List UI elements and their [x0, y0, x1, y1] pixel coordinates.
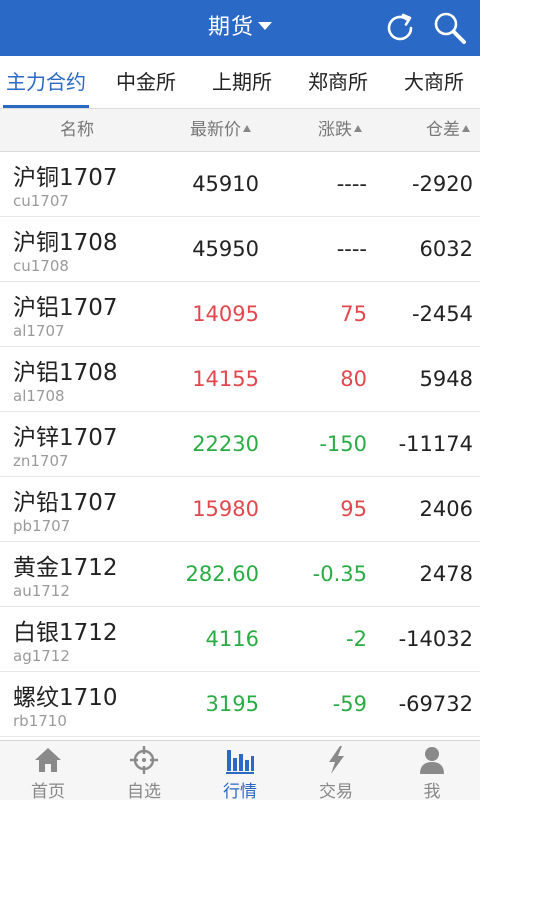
open-interest-diff: -69732 — [398, 692, 473, 716]
open-interest-diff: 2406 — [419, 497, 473, 521]
open-interest-diff: -11174 — [398, 432, 473, 456]
top-bar: 期货 — [0, 0, 480, 56]
contract-code: cu1707 — [13, 192, 69, 210]
lightning-icon — [329, 746, 344, 774]
bottom-navigation: 首页 自选 行情 交易 我 — [0, 740, 480, 800]
contract-code: al1708 — [13, 387, 65, 405]
sort-icon — [354, 124, 362, 132]
nav-me[interactable]: 我 — [384, 741, 480, 800]
bar-chart-icon — [226, 750, 254, 774]
latest-price: 22230 — [192, 432, 259, 456]
quote-list: 沪铜1707 cu1707 45910 ---- -2920 沪铜1708 cu… — [0, 152, 480, 739]
app-root: 期货 主力合约 中金所 上期所 郑商所 大商所 名称 最新价 涨跌 仓差 沪铜1… — [0, 0, 480, 800]
col-diff[interactable]: 仓差 — [426, 109, 470, 151]
search-icon — [434, 12, 466, 44]
contract-code: cu1708 — [13, 257, 69, 275]
contract-name: 白银1712 — [13, 620, 118, 646]
col-price[interactable]: 最新价 — [190, 109, 251, 151]
contract-code: zn1707 — [13, 452, 69, 470]
exchange-tabs: 主力合约 中金所 上期所 郑商所 大商所 — [0, 56, 480, 109]
search-button[interactable] — [430, 8, 470, 48]
nav-home[interactable]: 首页 — [0, 741, 96, 800]
contract-code: au1712 — [13, 582, 70, 600]
sort-icon — [462, 124, 470, 132]
column-header: 名称 最新价 涨跌 仓差 — [0, 109, 480, 152]
latest-price: 14095 — [192, 302, 259, 326]
tab-main-contracts[interactable]: 主力合约 — [3, 56, 89, 108]
price-change: -0.35 — [312, 562, 367, 586]
latest-price: 282.60 — [185, 562, 259, 586]
nav-watchlist[interactable]: 自选 — [96, 741, 192, 800]
contract-name: 沪铝1708 — [13, 360, 118, 386]
col-price-label: 最新价 — [190, 120, 241, 140]
contract-code: ag1712 — [13, 647, 70, 665]
latest-price: 45950 — [192, 237, 259, 261]
tab-czce[interactable]: 郑商所 — [303, 56, 373, 108]
table-row[interactable]: 沪铜1707 cu1707 45910 ---- -2920 — [0, 152, 480, 217]
table-row[interactable]: 白银1712 ag1712 4116 -2 -14032 — [0, 607, 480, 672]
contract-name: 沪铝1707 — [13, 295, 118, 321]
latest-price: 14155 — [192, 367, 259, 391]
latest-price: 4116 — [205, 627, 259, 651]
table-row[interactable]: 沪铝1707 al1707 14095 75 -2454 — [0, 282, 480, 347]
refresh-icon — [387, 13, 413, 41]
latest-price: 45910 — [192, 172, 259, 196]
nav-trade-label: 交易 — [319, 782, 353, 800]
nav-market[interactable]: 行情 — [192, 741, 288, 800]
contract-name: 沪铅1707 — [13, 490, 118, 516]
price-change: -59 — [332, 692, 367, 716]
sort-icon — [243, 124, 251, 132]
nav-me-label: 我 — [423, 782, 441, 800]
price-change: 80 — [340, 367, 367, 391]
contract-name: 沪锌1707 — [13, 425, 118, 451]
latest-price: 15980 — [192, 497, 259, 521]
col-change[interactable]: 涨跌 — [318, 109, 362, 151]
price-change: -150 — [319, 432, 367, 456]
latest-price: 3195 — [205, 692, 259, 716]
contract-name: 沪铜1707 — [13, 165, 118, 191]
table-row[interactable]: 黄金1712 au1712 282.60 -0.35 2478 — [0, 542, 480, 607]
open-interest-diff: 2478 — [419, 562, 473, 586]
nav-watchlist-label: 自选 — [127, 782, 161, 800]
table-row[interactable]: 沪铜1708 cu1708 45950 ---- 6032 — [0, 217, 480, 282]
open-interest-diff: -2920 — [411, 172, 473, 196]
price-change: ---- — [336, 237, 367, 261]
price-change: -2 — [346, 627, 367, 651]
nav-trade[interactable]: 交易 — [288, 741, 384, 800]
open-interest-diff: 6032 — [419, 237, 473, 261]
nav-market-label: 行情 — [223, 782, 257, 800]
page-title: 期货 — [207, 15, 254, 40]
contract-code: al1707 — [13, 322, 65, 340]
price-change: 95 — [340, 497, 367, 521]
user-icon — [420, 747, 444, 774]
refresh-button[interactable] — [380, 8, 420, 48]
open-interest-diff: -14032 — [398, 627, 473, 651]
tab-shfe[interactable]: 上期所 — [207, 56, 277, 108]
table-row[interactable]: 沪铝1708 al1708 14155 80 5948 — [0, 347, 480, 412]
col-change-label: 涨跌 — [318, 120, 352, 140]
tab-dce[interactable]: 大商所 — [399, 56, 469, 108]
caret-down-icon — [258, 22, 272, 30]
nav-home-label: 首页 — [31, 782, 65, 800]
col-name: 名称 — [60, 120, 94, 140]
contract-name: 螺纹1710 — [13, 685, 118, 711]
open-interest-diff: -2454 — [411, 302, 473, 326]
table-row[interactable]: 沪铅1707 pb1707 15980 95 2406 — [0, 477, 480, 542]
contract-code: rb1710 — [13, 712, 67, 730]
open-interest-diff: 5948 — [419, 367, 473, 391]
home-icon — [35, 748, 61, 772]
crosshair-icon — [130, 746, 158, 774]
contract-name: 沪铜1708 — [13, 230, 118, 256]
contract-name: 黄金1712 — [13, 555, 118, 581]
table-row[interactable]: 螺纹1710 rb1710 3195 -59 -69732 — [0, 672, 480, 737]
table-row[interactable]: 沪锌1707 zn1707 22230 -150 -11174 — [0, 412, 480, 477]
price-change: 75 — [340, 302, 367, 326]
price-change: ---- — [336, 172, 367, 196]
contract-code: pb1707 — [13, 517, 71, 535]
tab-cffex[interactable]: 中金所 — [111, 56, 181, 108]
col-diff-label: 仓差 — [426, 120, 460, 140]
